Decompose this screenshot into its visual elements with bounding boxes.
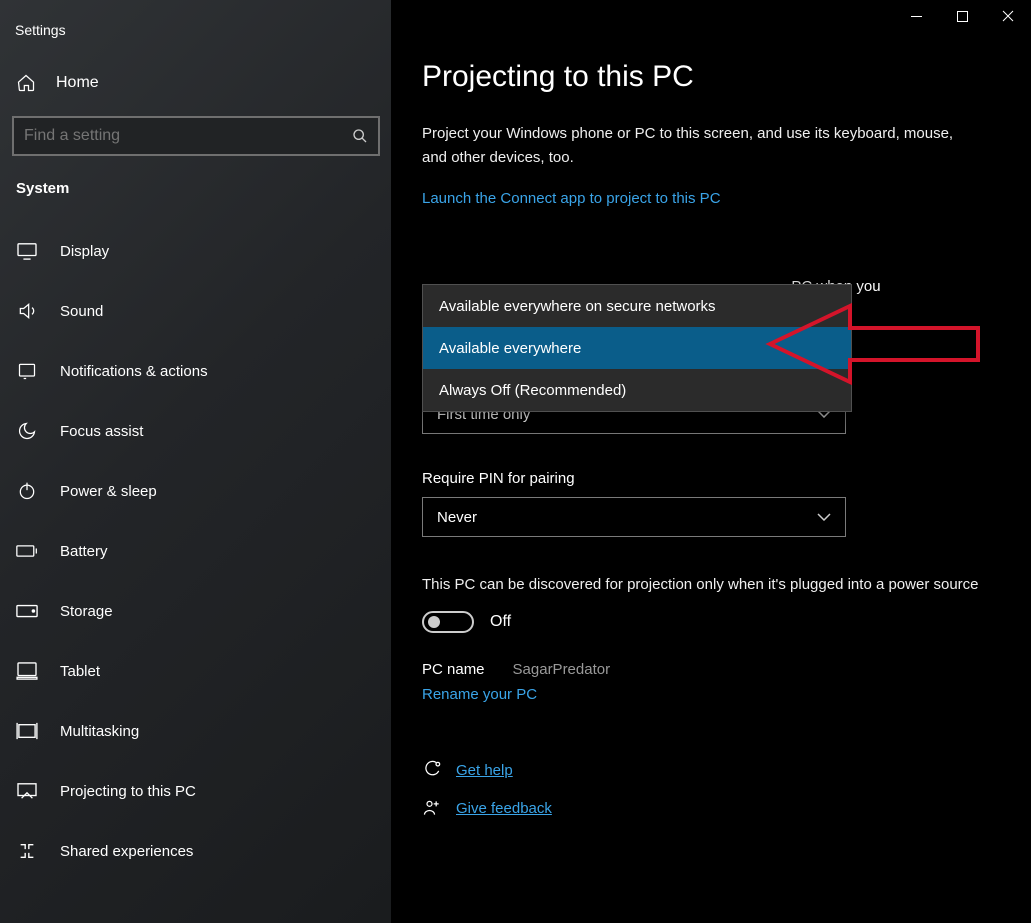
sound-icon (16, 301, 38, 321)
discover-text: This PC can be discovered for projection… (422, 573, 982, 597)
home-nav[interactable]: Home (0, 38, 392, 102)
sidebar-item-label: Focus assist (60, 423, 143, 440)
home-icon (16, 73, 36, 93)
sidebar-item-label: Tablet (60, 663, 100, 680)
chevron-down-icon (817, 513, 831, 521)
display-icon (16, 242, 38, 260)
sidebar-item-label: Multitasking (60, 723, 139, 740)
sidebar-item-storage[interactable]: Storage (0, 581, 392, 641)
option-label: Available everywhere on secure networks (439, 298, 716, 315)
close-button[interactable] (985, 0, 1031, 32)
sidebar: Settings Home System Display Sound (0, 0, 392, 923)
sidebar-item-label: Power & sleep (60, 483, 157, 500)
search-icon (352, 128, 368, 144)
shared-icon (16, 841, 38, 861)
sidebar-item-label: Battery (60, 543, 108, 560)
sidebar-item-display[interactable]: Display (0, 221, 392, 281)
nav-list: Display Sound Notifications & actions Fo… (0, 221, 392, 881)
sidebar-item-multitasking[interactable]: Multitasking (0, 701, 392, 761)
search-input[interactable] (24, 127, 324, 145)
require-pin-label: Require PIN for pairing (422, 470, 1001, 487)
sidebar-item-notifications[interactable]: Notifications & actions (0, 341, 392, 401)
window-controls (893, 0, 1031, 32)
battery-icon (16, 544, 38, 558)
give-feedback-link[interactable]: Give feedback (456, 800, 552, 817)
storage-icon (16, 604, 38, 618)
get-help-link[interactable]: Get help (456, 762, 513, 779)
search-box[interactable] (12, 116, 380, 156)
sidebar-item-label: Projecting to this PC (60, 783, 196, 800)
sidebar-item-label: Notifications & actions (60, 363, 208, 380)
discover-toggle[interactable] (422, 611, 474, 633)
sidebar-item-label: Storage (60, 603, 113, 620)
sidebar-item-label: Display (60, 243, 109, 260)
sidebar-item-sound[interactable]: Sound (0, 281, 392, 341)
sidebar-item-focus[interactable]: Focus assist (0, 401, 392, 461)
sidebar-item-battery[interactable]: Battery (0, 521, 392, 581)
pcname-value: SagarPredator (513, 661, 611, 678)
sidebar-item-power[interactable]: Power & sleep (0, 461, 392, 521)
require-pin-dropdown[interactable]: Never (422, 497, 846, 537)
notifications-icon (16, 361, 38, 381)
sidebar-item-label: Shared experiences (60, 843, 193, 860)
app-title: Settings (0, 0, 392, 38)
sidebar-item-label: Sound (60, 303, 103, 320)
dropdown-option-everywhere[interactable]: Available everywhere (423, 327, 851, 369)
section-header: System (0, 156, 392, 197)
description: Project your Windows phone or PC to this… (422, 122, 982, 170)
main-panel: Projecting to this PC Project your Windo… (392, 0, 1031, 923)
tablet-icon (16, 662, 38, 680)
sidebar-item-tablet[interactable]: Tablet (0, 641, 392, 701)
maximize-button[interactable] (939, 0, 985, 32)
home-label: Home (56, 74, 99, 92)
pcname-label: PC name (422, 661, 485, 678)
option-label: Available everywhere (439, 340, 581, 357)
minimize-button[interactable] (893, 0, 939, 32)
sidebar-item-projecting[interactable]: Projecting to this PC (0, 761, 392, 821)
sidebar-item-shared[interactable]: Shared experiences (0, 821, 392, 881)
rename-pc-link[interactable]: Rename your PC (422, 686, 1001, 703)
availability-dropdown-menu: Available everywhere on secure networks … (422, 284, 852, 412)
option-label: Always Off (Recommended) (439, 382, 626, 399)
power-icon (16, 481, 38, 501)
multitasking-icon (16, 722, 38, 740)
launch-connect-link[interactable]: Launch the Connect app to project to thi… (422, 190, 1001, 207)
dropdown-value: Never (437, 509, 477, 526)
dropdown-option-secure[interactable]: Available everywhere on secure networks (423, 285, 851, 327)
help-icon (422, 760, 442, 780)
focus-icon (16, 421, 38, 441)
toggle-state: Off (490, 613, 511, 631)
projecting-icon (16, 782, 38, 800)
feedback-icon (422, 798, 442, 818)
dropdown-option-off[interactable]: Always Off (Recommended) (423, 369, 851, 411)
